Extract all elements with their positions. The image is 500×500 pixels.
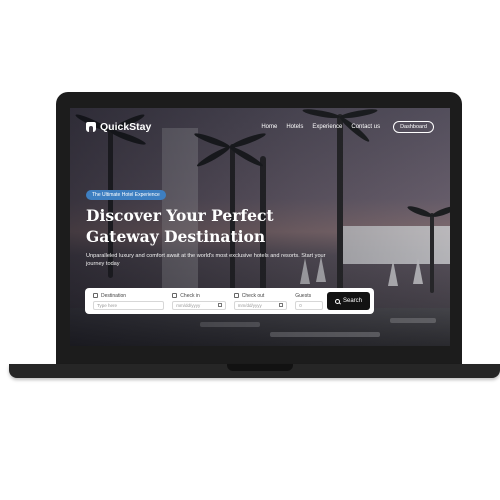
nav-link-home[interactable]: Home bbox=[261, 124, 277, 130]
hero-subtitle: Unparalleled luxury and comfort await at… bbox=[86, 253, 326, 267]
search-button[interactable]: Search bbox=[327, 292, 371, 310]
calendar-icon bbox=[172, 293, 178, 298]
date-picker-icon[interactable] bbox=[217, 303, 222, 307]
destination-label: Destination bbox=[101, 292, 127, 299]
calendar-icon bbox=[233, 293, 239, 298]
destination-input[interactable]: Type here bbox=[93, 300, 165, 310]
laptop-screen: QuickStay Home Hotels Experience Contact… bbox=[70, 108, 450, 346]
search-icon bbox=[335, 298, 340, 304]
check-out-input[interactable]: mm/dd/yyyy bbox=[233, 300, 288, 310]
check-in-field: Check in mm/dd/yyyy bbox=[168, 288, 229, 314]
search-form: Destination Type here Check in mm/dd/yyy… bbox=[85, 288, 374, 314]
check-in-input[interactable]: mm/dd/yyyy bbox=[172, 300, 226, 310]
hotel-logo-icon bbox=[86, 122, 96, 132]
brand-name: QuickStay bbox=[100, 121, 152, 133]
top-nav: QuickStay Home Hotels Experience Contact… bbox=[86, 120, 434, 134]
dashboard-button[interactable]: Dashboard bbox=[393, 121, 434, 133]
check-in-label: Check in bbox=[180, 292, 200, 299]
destination-field: Destination Type here bbox=[89, 288, 168, 314]
nav-link-hotels[interactable]: Hotels bbox=[286, 124, 303, 130]
nav-link-experience[interactable]: Experience bbox=[312, 124, 342, 130]
check-out-label: Check out bbox=[241, 292, 265, 299]
calendar-icon bbox=[93, 293, 98, 298]
check-out-field: Check out mm/dd/yyyy bbox=[230, 288, 291, 314]
nav-link-contact[interactable]: Contact us bbox=[351, 124, 380, 130]
guests-input[interactable]: 0 bbox=[295, 300, 323, 310]
guests-label: Guests bbox=[295, 292, 312, 299]
hero-title: Discover Your Perfect Gateway Destinatio… bbox=[86, 206, 274, 246]
laptop-notch bbox=[227, 364, 293, 371]
brand-logo[interactable]: QuickStay bbox=[86, 121, 151, 133]
guests-field: Guests 0 bbox=[291, 288, 327, 314]
nav-links: Home Hotels Experience Contact us Dashbo… bbox=[261, 121, 434, 133]
date-picker-icon[interactable] bbox=[279, 303, 284, 307]
hero-tagline-badge: The Ultimate Hotel Experience bbox=[86, 190, 166, 200]
